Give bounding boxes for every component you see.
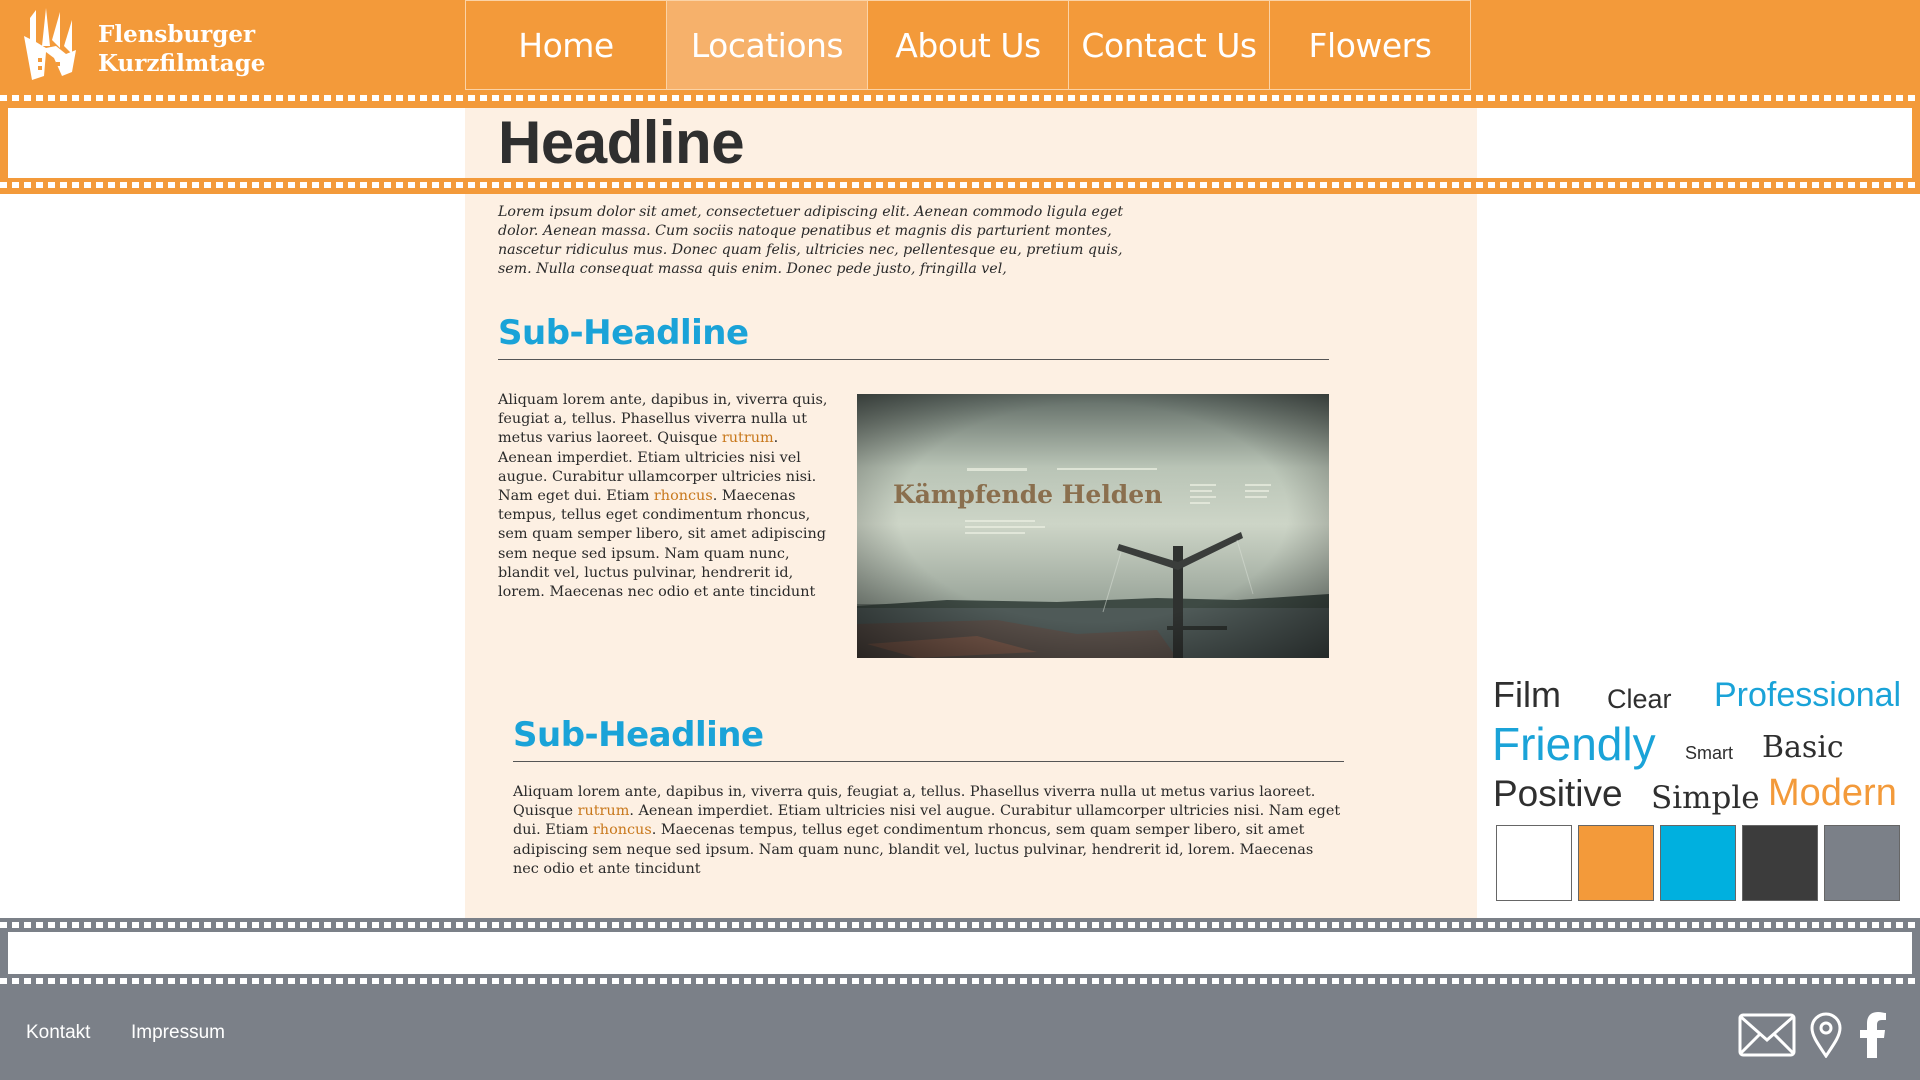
mood-word-basic: Basic	[1762, 730, 1844, 765]
facebook-icon[interactable]	[1858, 1012, 1888, 1058]
sub-headline-2: Sub-Headline	[513, 715, 1344, 762]
section1-text-c: . Maecenas tempus, tellus eget condiment…	[498, 488, 826, 601]
swatch-white	[1496, 825, 1572, 901]
link-rutrum-2[interactable]: rutrum	[578, 803, 630, 819]
film-strip-bottom	[0, 918, 1920, 988]
mood-word-professional: Professional	[1714, 676, 1902, 714]
mood-word-modern: Modern	[1768, 772, 1897, 814]
nav-home[interactable]: Home	[465, 0, 667, 90]
link-rhoncus-2[interactable]: rhoncus	[593, 822, 652, 838]
photo-illustration	[857, 394, 1329, 658]
nav-locations[interactable]: Locations	[666, 0, 868, 90]
swatch-dark-gray	[1742, 825, 1818, 901]
section1-body: Aliquam lorem ante, dapibus in, viverra …	[498, 391, 828, 602]
photo-title: Kämpfende Helden	[893, 480, 1163, 509]
site-header: Flensburger Kurzfilmtage Home Locations …	[0, 0, 1920, 91]
footer-link-impressum[interactable]: Impressum	[131, 1022, 225, 1044]
main-nav: Home Locations About Us Contact Us Flowe…	[465, 0, 1471, 90]
location-pin-icon[interactable]	[1808, 1012, 1844, 1058]
link-rutrum-1[interactable]: rutrum	[722, 430, 774, 446]
footer-link-kontakt[interactable]: Kontakt	[26, 1022, 90, 1044]
mood-word-friendly: Friendly	[1492, 718, 1656, 770]
brand-line2: Kurzfilmtage	[98, 50, 266, 77]
mood-word-smart: Smart	[1685, 743, 1734, 763]
site-logo[interactable]: Flensburger Kurzfilmtage	[22, 6, 292, 84]
sub-headline-1: Sub-Headline	[498, 313, 1329, 360]
mood-word-simple: Simple	[1651, 780, 1760, 816]
intro-text: Lorem ipsum dolor sit amet, consectetuer…	[498, 204, 1124, 277]
logo-text: Flensburger Kurzfilmtage	[98, 20, 265, 78]
link-rhoncus-1[interactable]: rhoncus	[654, 488, 713, 504]
logo-icon	[24, 8, 76, 80]
site-footer	[0, 988, 1920, 1080]
mood-word-positive: Positive	[1493, 773, 1623, 814]
swatch-orange	[1578, 825, 1654, 901]
nav-contact-us[interactable]: Contact Us	[1068, 0, 1270, 90]
mood-word-film: Film	[1493, 674, 1561, 715]
section2-body: Aliquam lorem ante, dapibus in, viverra …	[513, 783, 1343, 879]
page-headline: Headline	[498, 109, 745, 176]
brand-line1: Flensburger	[98, 21, 256, 48]
mail-icon[interactable]	[1738, 1012, 1796, 1058]
location-photo: Kämpfende Helden	[857, 394, 1329, 658]
swatch-blue	[1660, 825, 1736, 901]
swatch-gray	[1824, 825, 1900, 901]
mood-word-clear: Clear	[1607, 684, 1672, 714]
nav-about-us[interactable]: About Us	[867, 0, 1069, 90]
nav-flowers[interactable]: Flowers	[1269, 0, 1471, 90]
